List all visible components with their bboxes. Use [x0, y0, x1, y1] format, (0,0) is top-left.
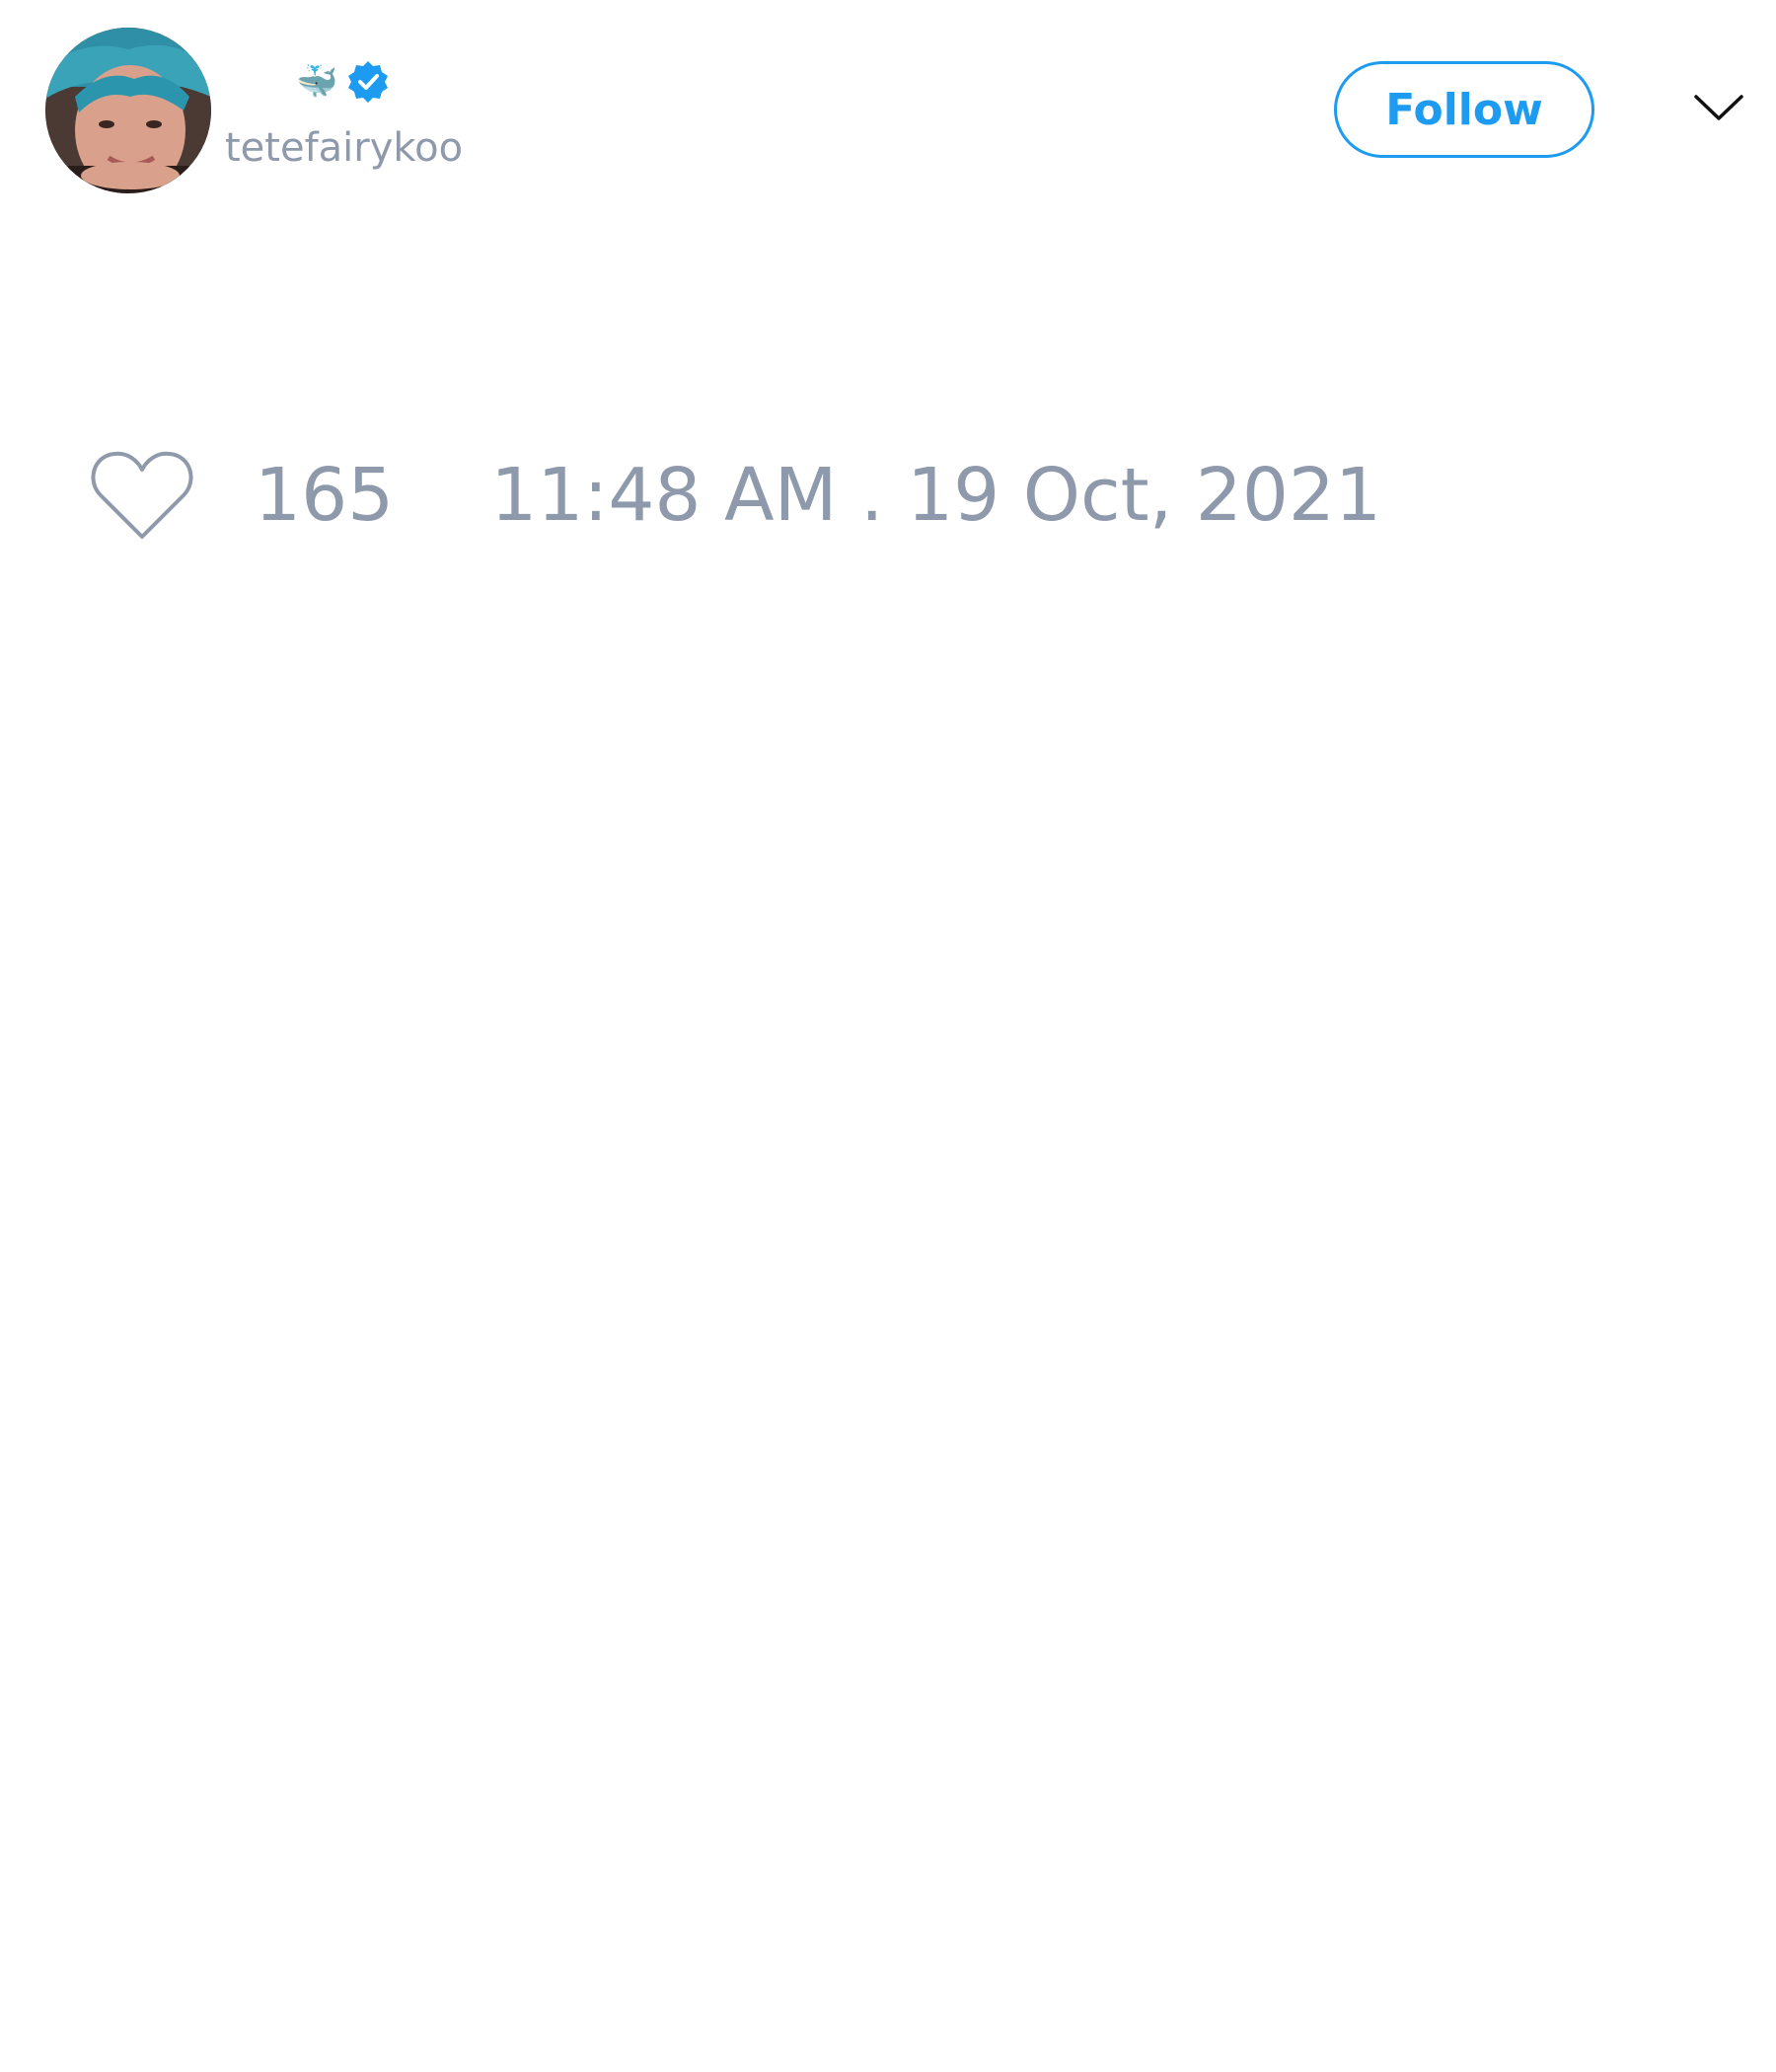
- follow-button[interactable]: Follow: [1334, 61, 1594, 158]
- like-count: 165: [255, 453, 395, 538]
- author-display-name[interactable]: 🐳: [296, 65, 337, 99]
- tweet-timestamp[interactable]: 11:48 AM . 19 Oct, 2021: [490, 459, 1381, 532]
- tweet-header: 🐳 tetefairykoo Follow: [0, 0, 1776, 217]
- avatar[interactable]: [45, 28, 211, 193]
- avatar-image: [45, 28, 211, 193]
- author-name-row: 🐳: [296, 57, 391, 107]
- verified-badge-icon: [348, 61, 389, 103]
- author-handle[interactable]: tetefairykoo: [225, 126, 463, 170]
- heart-icon[interactable]: [89, 448, 195, 543]
- tweet-engagement-row: 165 11:48 AM . 19 Oct, 2021: [89, 446, 1381, 545]
- chevron-down-icon[interactable]: [1693, 91, 1744, 126]
